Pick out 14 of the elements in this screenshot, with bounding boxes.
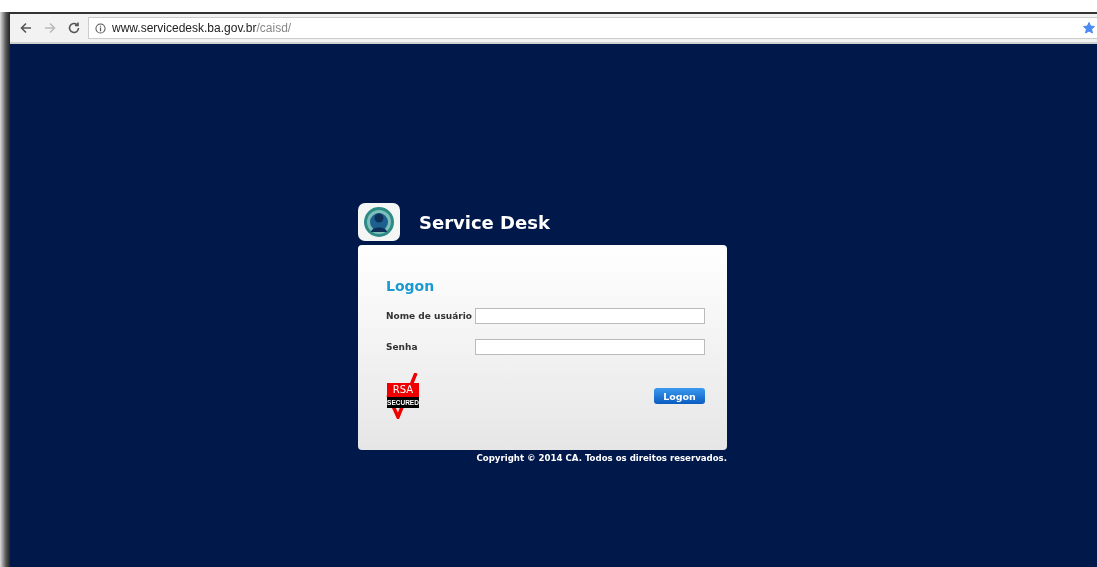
bookmark-star-icon[interactable] xyxy=(1083,22,1095,34)
field-label: Nome de usuário xyxy=(386,311,473,321)
logon-button[interactable]: Logon xyxy=(654,388,705,404)
copyright-text: Copyright © 2014 CA. Todos os direitos reservados. xyxy=(475,453,727,463)
info-icon[interactable] xyxy=(95,22,106,34)
url-host: www.servicedesk.ba.gov.br xyxy=(112,21,257,35)
login-heading: Logon xyxy=(386,278,436,294)
agent-logo-icon xyxy=(358,203,400,241)
password-field[interactable] xyxy=(475,339,705,355)
url-path: /caisd/ xyxy=(256,21,292,35)
app-title: Service Desk xyxy=(419,211,550,233)
field-label: Senha xyxy=(386,342,419,352)
address-bar[interactable]: www.servicedesk.ba.gov.br/caisd/ xyxy=(88,17,1097,39)
username-field[interactable] xyxy=(475,308,705,324)
